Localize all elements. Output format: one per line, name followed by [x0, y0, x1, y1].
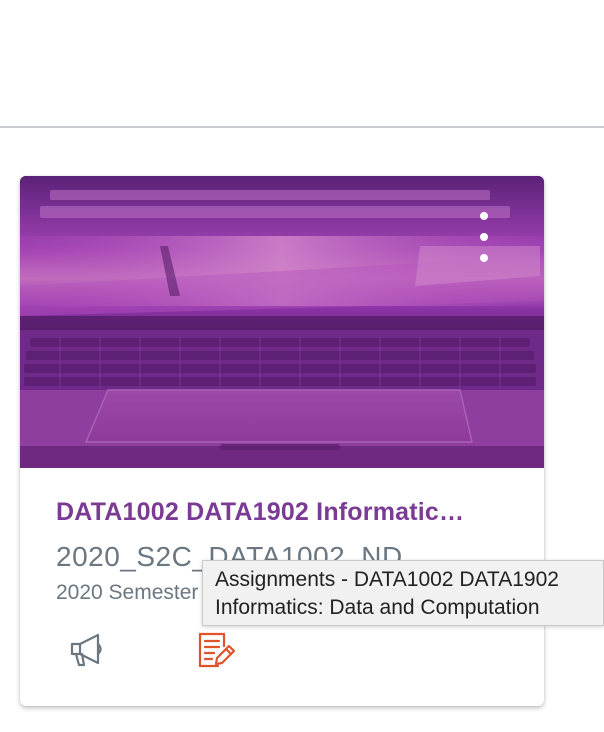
course-card[interactable]: DATA1002 DATA1902 Informatic… 2020_S2C_D…	[20, 176, 544, 706]
course-options-menu-button[interactable]	[472, 212, 496, 262]
assignment-edit-icon	[198, 632, 236, 668]
kebab-menu-icon	[480, 254, 488, 262]
header-divider	[0, 126, 604, 128]
kebab-menu-icon	[480, 212, 488, 220]
announcements-button[interactable]	[66, 628, 110, 672]
dashboard-page: DATA1002 DATA1902 Informatic… 2020_S2C_D…	[0, 0, 604, 732]
assignments-button[interactable]	[194, 628, 238, 672]
kebab-menu-icon	[480, 233, 488, 241]
course-title-link[interactable]: DATA1002 DATA1902 Informatic…	[56, 496, 506, 528]
tooltip-line: Informatics: Data and Computation	[215, 596, 540, 619]
megaphone-icon	[70, 633, 102, 667]
hero-color-overlay	[20, 176, 544, 468]
tooltip-line: Assignments - DATA1002 DATA1902	[215, 568, 559, 591]
course-card-hero[interactable]	[20, 176, 544, 468]
assignments-tooltip: Assignments - DATA1002 DATA1902 Informat…	[202, 560, 604, 626]
